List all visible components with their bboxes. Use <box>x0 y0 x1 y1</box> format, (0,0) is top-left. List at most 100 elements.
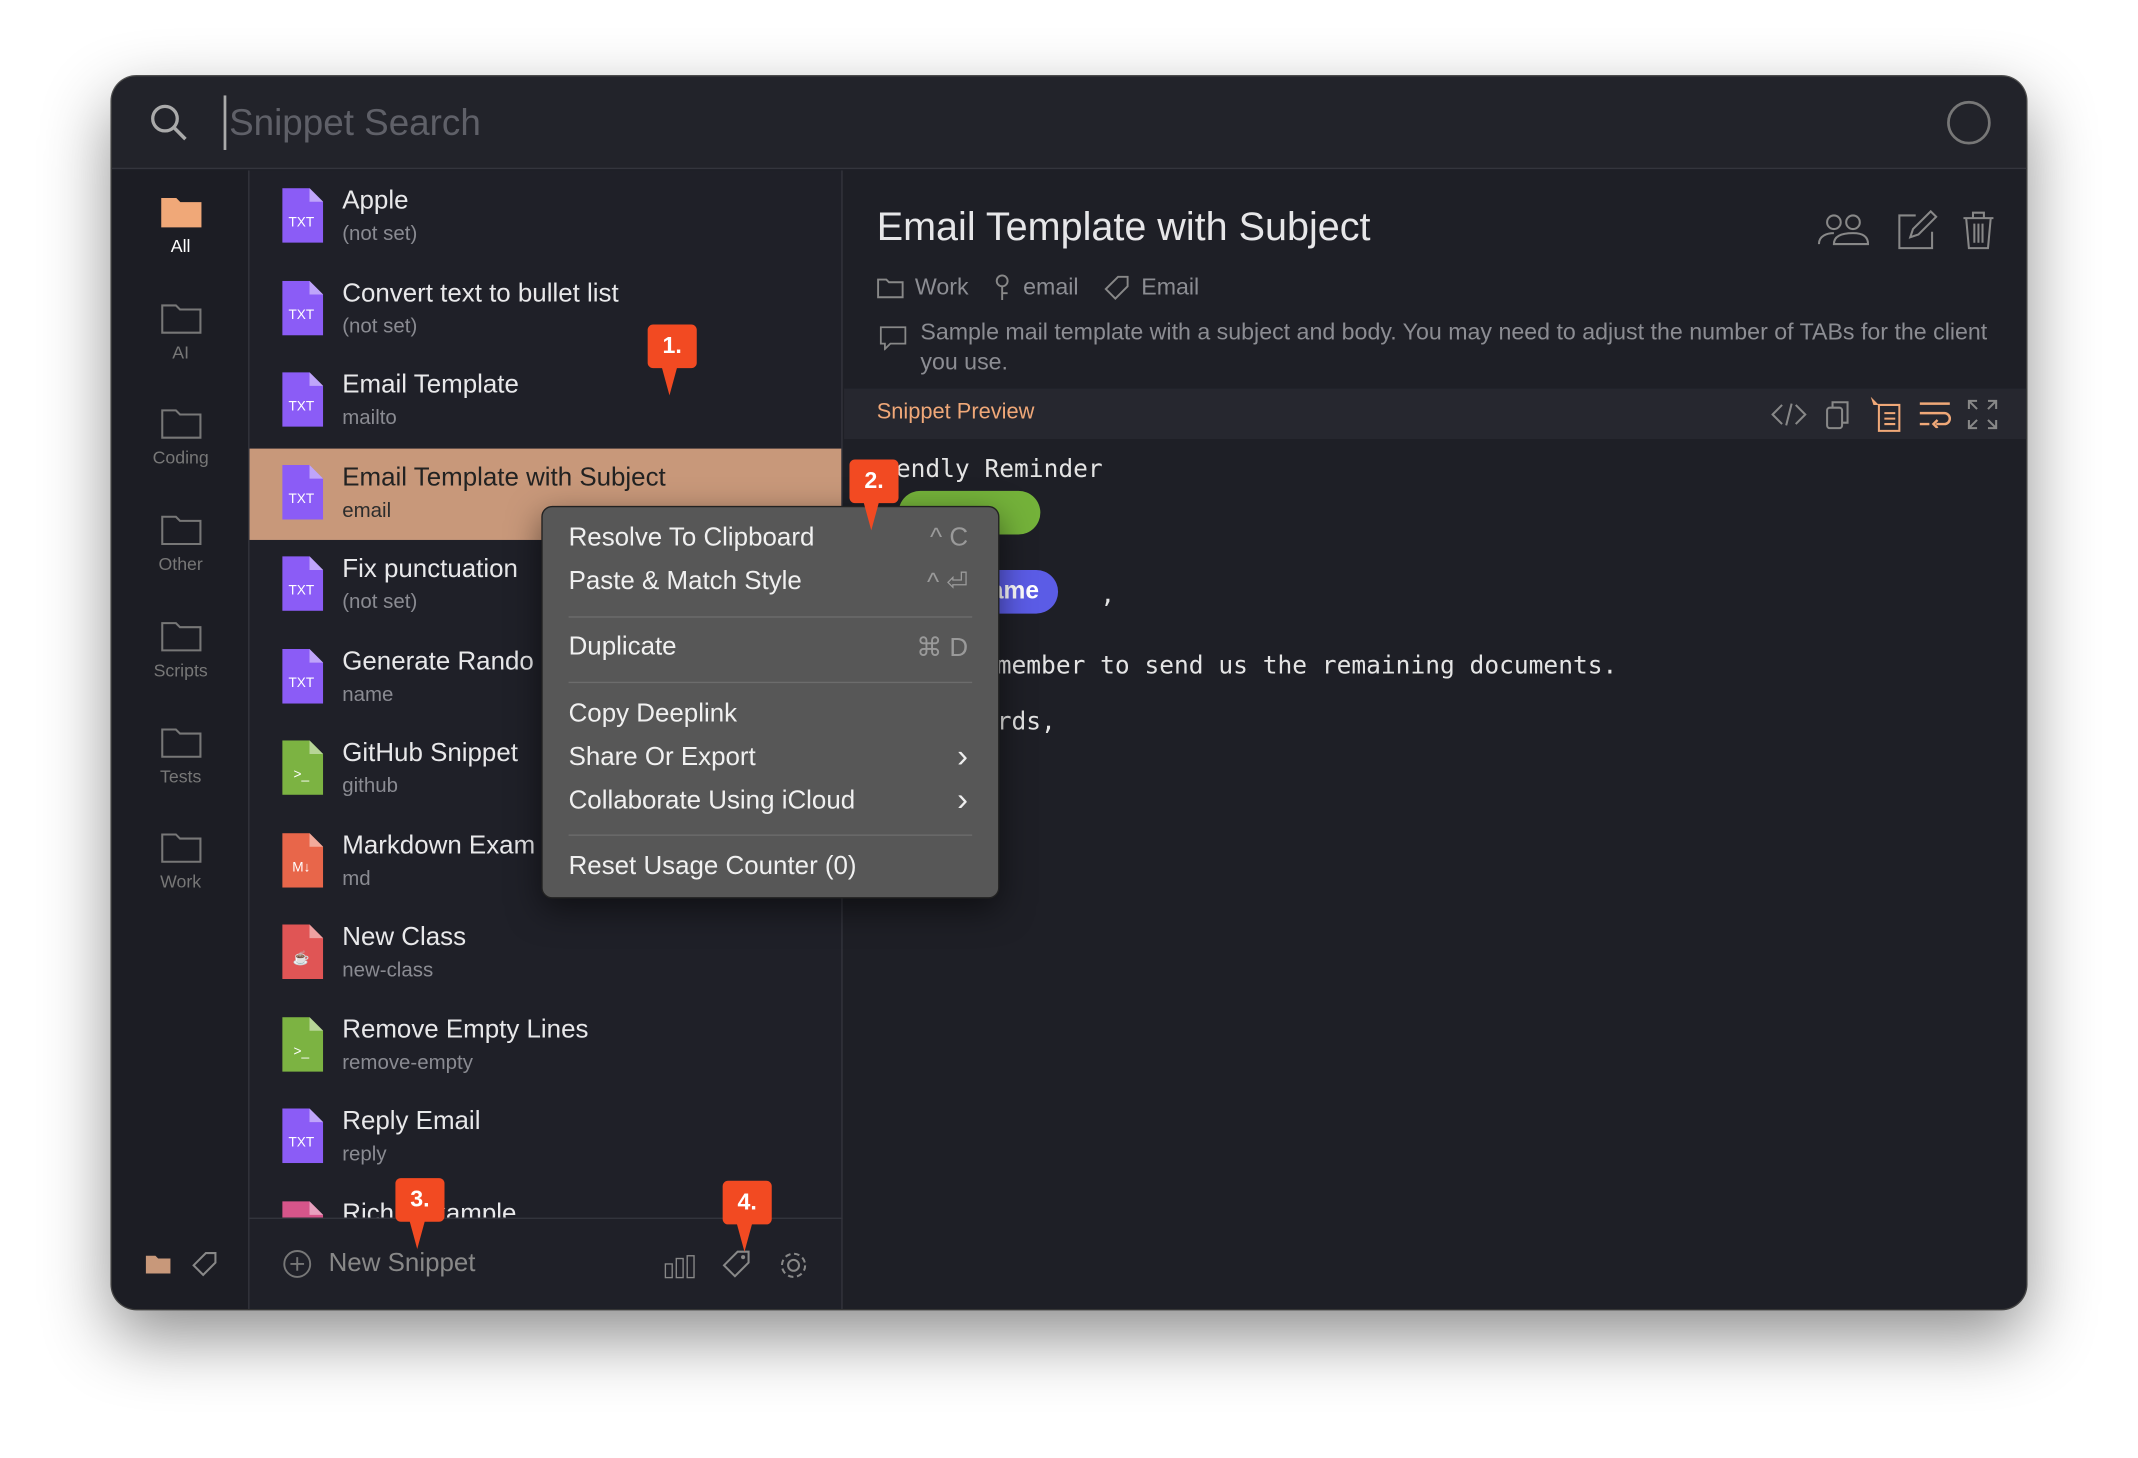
tag-view-icon[interactable] <box>191 1250 218 1277</box>
snippet-list-item[interactable]: >_ Remove Empty Lines remove-empty <box>250 1000 842 1091</box>
preview-comma: , <box>1100 580 1116 610</box>
tag-name: Email <box>1141 274 1200 300</box>
snippet-title: Markdown Exam <box>342 831 536 860</box>
chevron-right-icon: › <box>957 737 969 775</box>
chevron-right-icon: › <box>957 781 969 819</box>
menu-separator <box>568 681 973 684</box>
txt-file-icon: TXT <box>282 372 324 427</box>
sidebar-folder-tests[interactable]: Tests <box>112 725 250 786</box>
sidebar-folder-coding[interactable]: Coding <box>112 407 250 468</box>
snippet-keyword: mailto <box>342 406 397 430</box>
menu-item-copy-deeplink[interactable]: Copy Deeplink <box>569 699 969 740</box>
txt-file-icon: TXT <box>282 464 324 519</box>
snippet-list-item[interactable]: TXT Apple (not set) <box>250 172 842 263</box>
collaborate-icon[interactable] <box>1817 211 1870 246</box>
trash-icon[interactable] <box>1962 210 1995 251</box>
folder-icon <box>160 727 201 758</box>
snippet-list-item[interactable]: TXT Reply Email reply <box>250 1092 842 1183</box>
snippet-list-item[interactable]: TXT Convert text to bullet list (not set) <box>250 264 842 355</box>
svg-text:TXT: TXT <box>288 582 314 597</box>
menu-item-share-or-export[interactable]: Share Or Export › <box>568 738 969 784</box>
pin-icon[interactable] <box>1947 100 1991 145</box>
menu-label: Copy Deeplink <box>568 699 738 729</box>
stats-icon[interactable] <box>664 1254 697 1279</box>
folder-label: Work <box>160 871 202 892</box>
edit-icon[interactable] <box>1897 209 1938 251</box>
txt-file-icon: TXT <box>282 1108 324 1164</box>
sidebar-folder-scripts[interactable]: Scripts <box>112 619 250 680</box>
sidebar-folder-other[interactable]: Other <box>112 513 250 574</box>
sidebar-folder-ai[interactable]: AI <box>112 301 250 362</box>
snippet-list-item[interactable]: TXT Email Template mailto <box>250 356 842 447</box>
folder-label: AI <box>172 341 190 363</box>
snippet-title: Remove Empty Lines <box>342 1015 589 1044</box>
snippet-keyword: new-class <box>342 958 434 982</box>
snippet-keyword: md <box>342 866 371 890</box>
folder-info[interactable]: Work <box>877 274 969 301</box>
rich-file-icon <box>282 1200 324 1218</box>
snippet-preview[interactable]: endly Reminder Name , member to send us … <box>844 439 2026 1309</box>
folder-label: All <box>170 235 191 257</box>
preview-label: Snippet Preview <box>876 400 1035 425</box>
snippet-title: Apple <box>342 186 409 216</box>
menu-separator <box>568 834 973 836</box>
svg-text:>_: >_ <box>294 1043 310 1058</box>
app-window: All AI Coding Other Scripts Tests Work TXT Appl… <box>111 76 2027 1309</box>
svg-text:☕: ☕ <box>293 950 310 966</box>
code-icon[interactable] <box>1771 402 1807 427</box>
tag-icon <box>1104 275 1129 300</box>
snippet-title: Email Template with Subject <box>876 205 1371 250</box>
folder-icon <box>160 515 201 546</box>
sidebar-folder-all[interactable]: All <box>112 195 250 256</box>
snippet-keyword: remove-empty <box>342 1050 473 1074</box>
menu-item-reset-usage-counter[interactable]: Reset Usage Counter (0) <box>569 852 969 893</box>
menu-item-duplicate[interactable]: Duplicate ⌘ D <box>569 633 969 674</box>
snippet-title: New Class <box>342 923 467 952</box>
copy-icon[interactable] <box>1826 400 1851 430</box>
menu-label: Paste & Match Style <box>568 567 802 596</box>
folder-view-icon[interactable] <box>145 1253 172 1275</box>
gear-icon[interactable] <box>779 1250 809 1280</box>
preview-toolbar: Snippet Preview <box>844 388 2027 440</box>
snippet-list-item[interactable]: ☕ New Class new-class <box>250 908 842 999</box>
fullscreen-icon[interactable] <box>1967 399 1998 430</box>
keyword-info[interactable]: email <box>993 274 1079 301</box>
sidebar-folder-work[interactable]: Work <box>112 831 250 892</box>
shell-file-icon: >_ <box>282 740 324 795</box>
folder-name: Work <box>914 274 969 300</box>
new-snippet-button[interactable]: New Snippet <box>282 1249 475 1279</box>
menu-separator <box>568 616 973 618</box>
annotation-badge-4: 4. <box>722 1180 772 1252</box>
snippet-detail: Email Template with Subject Work email E… <box>844 170 2027 1309</box>
menu-label: Duplicate <box>568 632 677 662</box>
menu-item-paste-match-style[interactable]: Paste & Match Style ^ ⏎ <box>569 567 969 608</box>
search-input[interactable] <box>223 95 1588 150</box>
tag-info[interactable]: Email <box>1103 274 1199 301</box>
menu-label: Resolve To Clipboard <box>568 523 815 553</box>
folder-icon <box>160 409 201 440</box>
plus-circle-icon <box>283 1250 312 1278</box>
snippet-title: GitHub Snippet <box>342 739 518 768</box>
snippet-meta: Work email Email <box>877 274 1199 301</box>
wrap-icon[interactable] <box>1918 401 1951 429</box>
snippet-keyword: (not set) <box>342 314 418 338</box>
snippet-keyword: name <box>342 682 394 706</box>
snippet-keyword: email <box>342 498 392 522</box>
tag-icon[interactable] <box>721 1249 751 1279</box>
menu-item-collaborate-icloud[interactable]: Collaborate Using iCloud › <box>568 781 969 828</box>
menu-label: Collaborate Using iCloud <box>568 786 856 816</box>
folder-label: Coding <box>152 447 209 469</box>
annotation-badge-3: 3. <box>395 1178 445 1249</box>
folder-label: Tests <box>159 765 202 787</box>
svg-text:M↓: M↓ <box>292 859 310 874</box>
paste-icon[interactable] <box>1869 396 1902 432</box>
menu-item-resolve-to-clipboard[interactable]: Resolve To Clipboard ^ C <box>569 524 969 565</box>
svg-text:>_: >_ <box>294 767 310 782</box>
menu-label: Share Or Export <box>568 743 756 772</box>
keyword: email <box>1023 274 1079 300</box>
svg-text:TXT: TXT <box>288 1135 314 1150</box>
search-bar <box>111 76 2027 170</box>
folder-icon <box>160 303 201 334</box>
txt-file-icon: TXT <box>282 556 324 611</box>
folder-label: Other <box>158 553 203 575</box>
